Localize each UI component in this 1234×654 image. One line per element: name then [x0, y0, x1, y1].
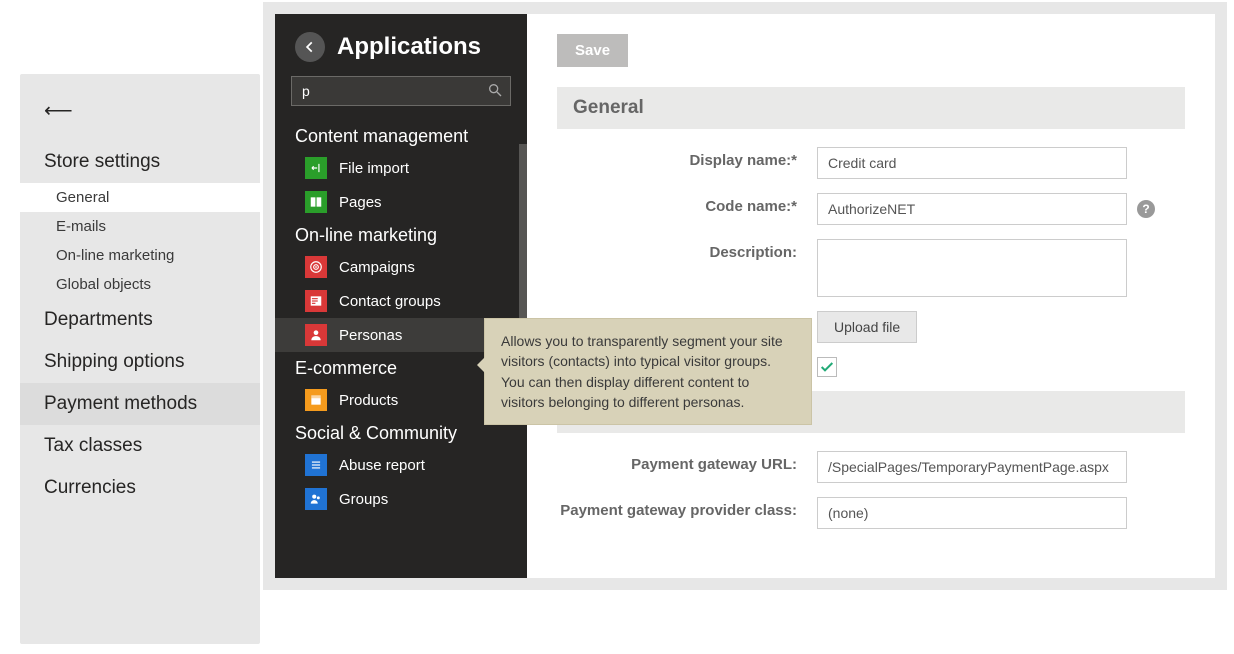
applications-sidebar: Applications Content management File imp…: [275, 14, 527, 578]
nav-section-shipping[interactable]: Shipping options: [20, 341, 260, 383]
nav-item-general[interactable]: General: [20, 183, 260, 212]
label-description: Description:: [557, 239, 817, 261]
upload-file-button[interactable]: Upload file: [817, 311, 917, 343]
nav-section-tax-classes[interactable]: Tax classes: [20, 425, 260, 467]
contacts-icon: [305, 290, 327, 312]
personas-tooltip: Allows you to transparently segment your…: [484, 318, 812, 425]
input-code-name[interactable]: [817, 193, 1127, 225]
nav-item-emails[interactable]: E-mails: [20, 212, 260, 241]
label-upload: [557, 311, 817, 316]
apps-item-label: Contact groups: [339, 293, 441, 310]
nav-section-store-settings[interactable]: Store settings: [20, 141, 260, 183]
save-button[interactable]: Save: [557, 34, 628, 67]
nav-item-global-objects[interactable]: Global objects: [20, 270, 260, 299]
apps-item-label: Abuse report: [339, 457, 425, 474]
back-arrow-icon[interactable]: ⟵: [44, 98, 260, 123]
apps-cat-marketing: On-line marketing: [275, 219, 527, 250]
row-code-name: Code name:* ?: [557, 193, 1185, 225]
pages-icon: [305, 191, 327, 213]
apps-item-label: Campaigns: [339, 259, 415, 276]
target-icon: [305, 256, 327, 278]
apps-item-label: File import: [339, 160, 409, 177]
input-gateway-class[interactable]: [817, 497, 1127, 529]
nav-section-currencies[interactable]: Currencies: [20, 467, 260, 509]
input-display-name[interactable]: [817, 147, 1127, 179]
persona-icon: [305, 324, 327, 346]
apps-item-groups[interactable]: Groups: [275, 482, 527, 516]
groups-icon: [305, 488, 327, 510]
row-display-name: Display name:*: [557, 147, 1185, 179]
apps-item-contact-groups[interactable]: Contact groups: [275, 284, 527, 318]
input-gateway-url[interactable]: [817, 451, 1127, 483]
label-gateway-class: Payment gateway provider class:: [557, 497, 817, 519]
apps-title: Applications: [337, 33, 481, 61]
textarea-description[interactable]: [817, 239, 1127, 297]
apps-item-campaigns[interactable]: Campaigns: [275, 250, 527, 284]
row-gateway-url: Payment gateway URL:: [557, 451, 1185, 483]
nav-item-online-marketing[interactable]: On-line marketing: [20, 241, 260, 270]
label-display-name: Display name:*: [557, 147, 817, 169]
apps-item-label: Groups: [339, 491, 388, 508]
apps-item-label: Pages: [339, 194, 382, 211]
search-icon[interactable]: [487, 82, 503, 98]
apps-item-file-import[interactable]: File import: [275, 151, 527, 185]
apps-cat-content: Content management: [275, 120, 527, 151]
section-general: General: [557, 87, 1185, 129]
apps-item-pages[interactable]: Pages: [275, 185, 527, 219]
form-area: Save General Display name:* Code name:* …: [527, 14, 1215, 578]
nav-section-payment-methods[interactable]: Payment methods: [20, 383, 260, 425]
nav-section-departments[interactable]: Departments: [20, 299, 260, 341]
applications-modal: Applications Content management File imp…: [275, 14, 1215, 578]
chevron-left-icon: [303, 40, 317, 54]
apps-item-label: Personas: [339, 327, 402, 344]
apps-back-button[interactable]: [295, 32, 325, 62]
label-gateway-url: Payment gateway URL:: [557, 451, 817, 473]
store-settings-panel: ⟵ Store settings General E-mails On-line…: [20, 74, 260, 644]
file-import-icon: [305, 157, 327, 179]
row-gateway-class: Payment gateway provider class:: [557, 497, 1185, 529]
help-icon[interactable]: ?: [1137, 200, 1155, 218]
apps-item-abuse-report[interactable]: Abuse report: [275, 448, 527, 482]
row-description: Description:: [557, 239, 1185, 297]
apps-search-wrap: [291, 76, 511, 106]
label-code-name: Code name:*: [557, 193, 817, 215]
apps-item-label: Products: [339, 392, 398, 409]
product-icon: [305, 389, 327, 411]
apps-search-input[interactable]: [291, 76, 511, 106]
checkbox-enabled[interactable]: [817, 357, 837, 377]
report-icon: [305, 454, 327, 476]
